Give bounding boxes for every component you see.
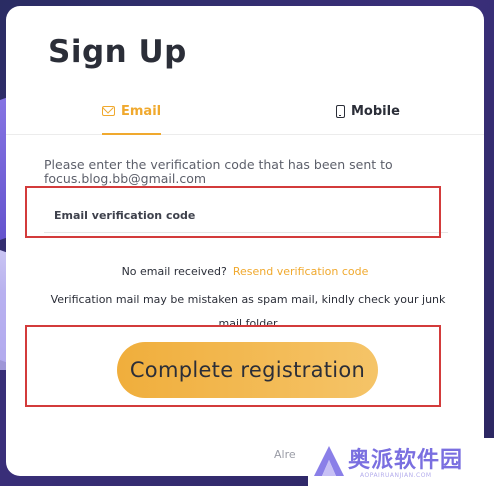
phone-icon [336, 105, 345, 118]
highlight-box-complete-button [25, 325, 441, 407]
login-hint[interactable]: Alre [274, 448, 296, 461]
verification-instruction: Please enter the verification code that … [44, 157, 393, 186]
tab-email[interactable]: Email [102, 104, 162, 135]
tab-mobile-label: Mobile [351, 104, 400, 119]
watermark-sub: AOPAIRUANJIAN.COM [360, 472, 432, 479]
resend-row: No email received? Resend verification co… [6, 265, 484, 278]
watermark: 奥派软件园 AOPAIRUANJIAN.COM [308, 438, 494, 486]
mail-icon [102, 106, 115, 116]
highlight-box-code-field [25, 186, 441, 238]
watermark-brand: 奥派软件园 [348, 448, 464, 473]
page-title: Sign Up [48, 34, 187, 70]
watermark-logo-icon [314, 446, 344, 476]
no-email-prompt: No email received? [121, 265, 227, 278]
tab-email-label: Email [121, 104, 162, 119]
tab-mobile[interactable]: Mobile [336, 104, 400, 134]
resend-code-link[interactable]: Resend verification code [233, 265, 369, 278]
signup-method-tabs: Email Mobile [6, 104, 484, 135]
